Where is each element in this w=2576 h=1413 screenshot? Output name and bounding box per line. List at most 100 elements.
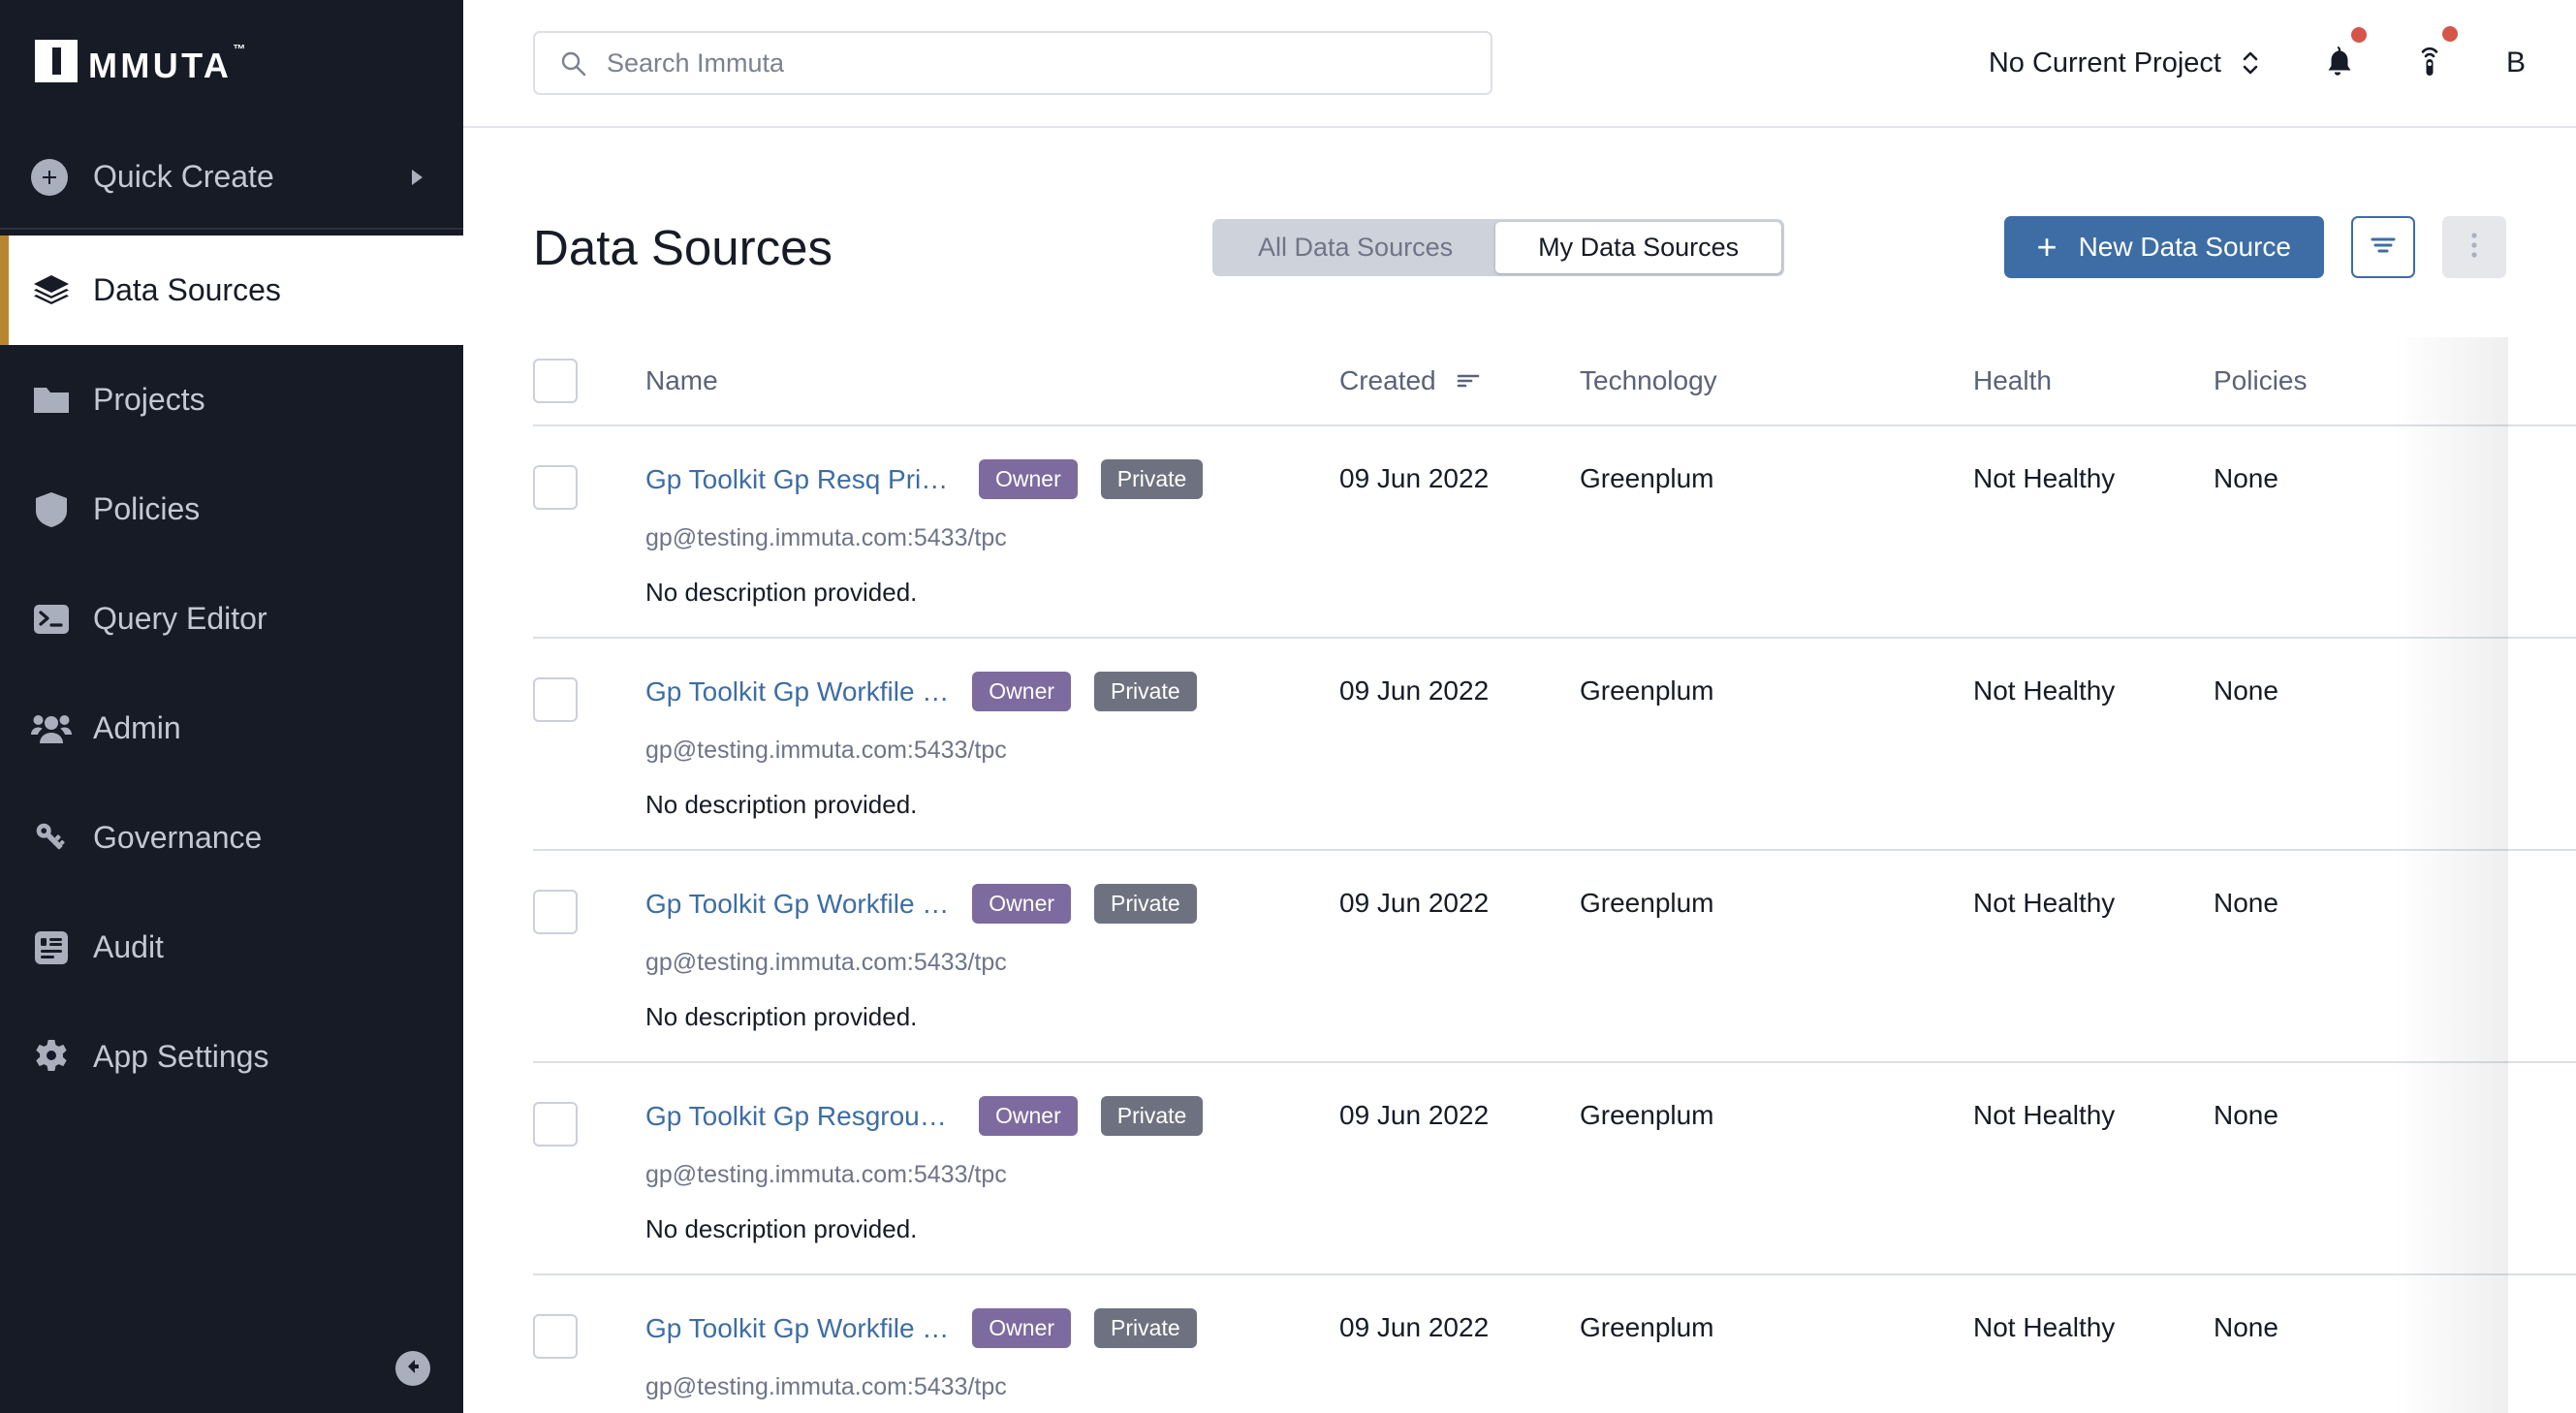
connection-string: gp@testing.immuta.com:5433/tpc [645,1161,1007,1188]
sort-icon[interactable] [1456,370,1481,392]
cell-health: Not Healthy [1973,675,2116,706]
tab-my-data-sources[interactable]: My Data Sources [1495,221,1782,273]
badge-private: Private [1094,1308,1197,1348]
data-source-link[interactable]: Gp Toolkit Gp Resq Prio… [645,464,956,495]
data-source-description: No description provided. [645,790,918,819]
shield-icon [31,490,72,529]
select-all-checkbox[interactable] [533,359,578,403]
badge-owner: Owner [972,884,1072,924]
cell-created: 09 Jun 2022 [1339,1312,1490,1342]
audit-document-icon [31,929,72,966]
table-row[interactable]: Gp Toolkit Gp Workfile … Owner Private g… [533,639,2576,851]
connection-string: gp@testing.immuta.com:5433/tpc [645,949,1007,976]
sidebar-item-label: Audit [93,929,164,964]
cell-policies: None [2214,675,2278,706]
page-header: Data Sources All Data Sources My Data So… [463,184,2576,310]
row-checkbox[interactable] [533,677,578,722]
arrow-left-circle-icon [402,1356,424,1382]
sidebar-item-policies[interactable]: Policies [0,455,463,564]
cell-technology: Greenplum [1580,1312,1714,1342]
row-checkbox[interactable] [533,890,578,934]
cell-health: Not Healthy [1973,888,2116,918]
broadcast-badge-dot [2441,25,2458,42]
badge-private: Private [1100,459,1204,499]
sidebar-item-governance[interactable]: Governance [0,783,463,893]
terminal-icon [31,603,72,636]
sidebar-item-label: Query Editor [93,601,267,636]
brand-logo[interactable]: MMUTA™ [0,0,463,126]
caret-right-icon [407,166,426,189]
sidebar-item-label: Projects [93,382,205,417]
data-source-link[interactable]: Gp Toolkit Gp Workfile … [645,889,949,920]
badge-private: Private [1094,884,1197,924]
table-row[interactable]: Gp Toolkit Gp Resgroup… Owner Private gp… [533,1063,2576,1275]
column-header-name[interactable]: Name [645,365,1339,396]
sidebar-item-data-sources[interactable]: Data Sources [0,236,463,345]
kebab-menu-icon [2469,231,2479,265]
cell-created: 09 Jun 2022 [1339,463,1490,493]
sidebar-collapse-button[interactable] [395,1351,430,1386]
cell-technology: Greenplum [1580,888,1714,918]
sidebar-item-admin[interactable]: Admin [0,674,463,783]
column-header-health[interactable]: Health [1973,365,2214,396]
more-options-button[interactable] [2442,216,2506,278]
page-title: Data Sources [533,219,832,275]
immuta-logo-text: MMUTA™ [88,40,246,87]
gear-icon [31,1038,72,1077]
table-row[interactable]: Gp Toolkit Gp Workfile … Owner Private g… [533,851,2576,1063]
column-header-technology[interactable]: Technology [1580,365,1973,396]
quick-create-button[interactable]: Quick Create [0,126,463,230]
sidebar-item-label: App Settings [93,1039,269,1074]
cell-policies: None [2214,888,2278,918]
plus-icon: + [2036,227,2058,267]
top-bar-right: No Current Project B [1989,25,2526,83]
logo-wordmark: MMUTA [88,45,233,85]
data-source-link[interactable]: Gp Toolkit Gp Resgroup… [645,1101,956,1132]
row-checkbox[interactable] [533,465,578,510]
sidebar-item-label: Data Sources [93,272,281,307]
badge-owner: Owner [979,459,1078,499]
plus-circle-icon [31,158,68,196]
quick-create-label: Quick Create [93,159,274,194]
badge-owner: Owner [972,1308,1072,1348]
cell-technology: Greenplum [1580,1100,1714,1130]
table-header-row: Name Created Technology Health Policies [533,337,2576,426]
new-data-source-label: New Data Source [2078,232,2291,262]
sidebar-item-app-settings[interactable]: App Settings [0,1002,463,1112]
key-icon [31,819,72,858]
row-name-cell: Gp Toolkit Gp Resgroup… Owner Private gp… [645,1096,1339,1244]
trademark-mark: ™ [233,41,246,56]
table-row[interactable]: Gp Toolkit Gp Resq Prio… Owner Private g… [533,426,2576,639]
sidebar: MMUTA™ Quick Create Data Sources Project… [0,0,463,1413]
user-avatar[interactable]: B [2506,47,2526,79]
broadcast-button[interactable] [2415,25,2458,83]
data-source-link[interactable]: Gp Toolkit Gp Workfile … [645,1313,949,1344]
badge-private: Private [1094,672,1197,711]
top-bar: No Current Project [463,0,2576,128]
data-source-description: No description provided. [645,1002,918,1031]
row-checkbox[interactable] [533,1314,578,1359]
search-input[interactable] [607,47,1401,78]
global-search[interactable] [533,31,1492,95]
data-sources-table-wrap: Name Created Technology Health Policies [463,337,2576,1413]
layers-icon [31,271,72,310]
sidebar-item-audit[interactable]: Audit [0,893,463,1002]
sidebar-item-query-editor[interactable]: Query Editor [0,564,463,674]
current-project-selector[interactable]: No Current Project [1989,47,2260,79]
column-header-policies[interactable]: Policies [2214,365,2504,396]
row-name-cell: Gp Toolkit Gp Resq Prio… Owner Private g… [645,459,1339,608]
badge-owner: Owner [979,1096,1078,1136]
cell-health: Not Healthy [1973,1100,2116,1130]
tab-all-data-sources[interactable]: All Data Sources [1215,222,1495,273]
notifications-button[interactable] [2322,26,2367,82]
cell-policies: None [2214,1312,2278,1342]
table-row[interactable]: Gp Toolkit Gp Workfile … Owner Private g… [533,1275,2576,1413]
filter-button[interactable] [2351,216,2415,278]
data-source-link[interactable]: Gp Toolkit Gp Workfile … [645,676,949,707]
row-checkbox[interactable] [533,1102,578,1146]
connection-string: gp@testing.immuta.com:5433/tpc [645,524,1007,551]
column-header-created[interactable]: Created [1339,365,1580,396]
new-data-source-button[interactable]: + New Data Source [2003,216,2324,278]
bell-icon [2322,45,2353,82]
sidebar-item-projects[interactable]: Projects [0,345,463,455]
